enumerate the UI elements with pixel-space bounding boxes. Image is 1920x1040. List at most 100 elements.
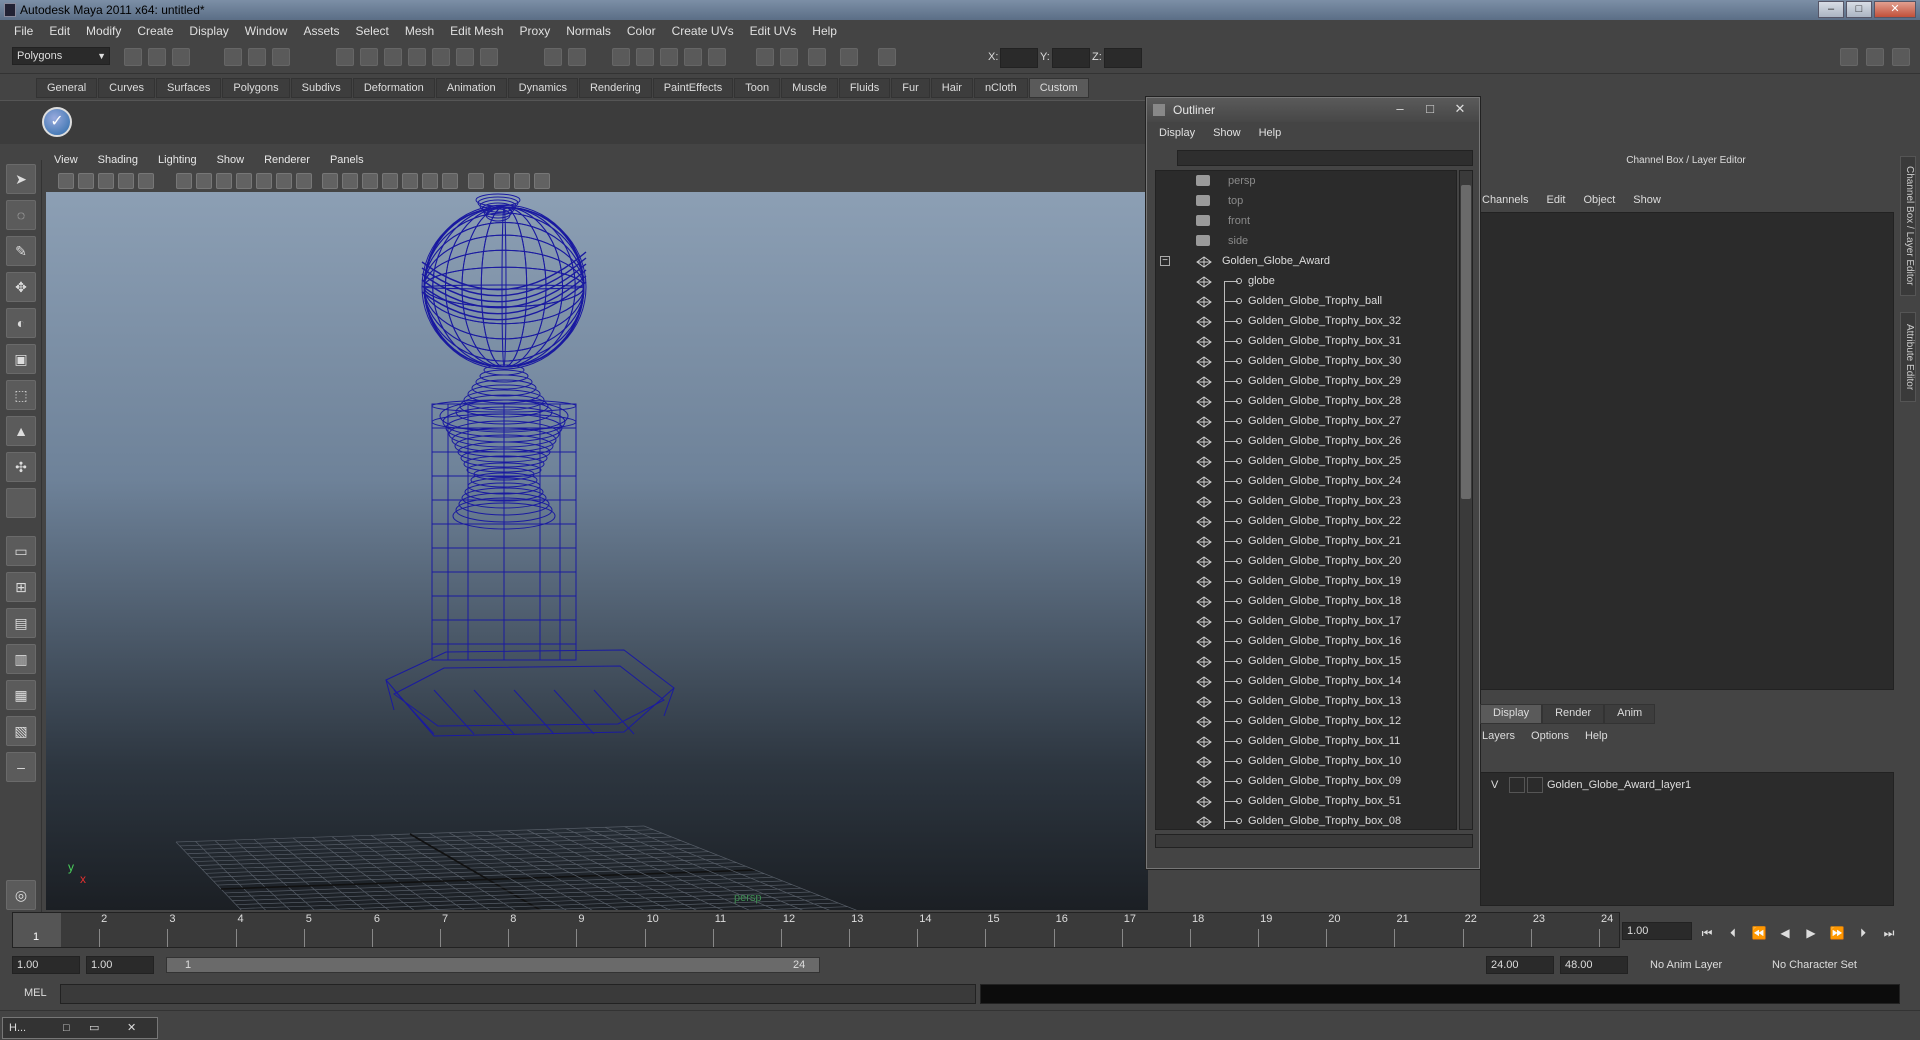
outliner-item-mesh[interactable]: Golden_Globe_Trophy_box_28: [1156, 391, 1456, 411]
layer-type-toggle[interactable]: [1509, 777, 1525, 793]
render-current-icon[interactable]: [568, 48, 586, 66]
go-to-end-icon[interactable]: ⏭: [1878, 924, 1900, 942]
x-field[interactable]: [1000, 48, 1038, 68]
close-button[interactable]: ✕: [1874, 1, 1916, 18]
hypershade-icon[interactable]: [684, 48, 702, 66]
outliner-item-mesh[interactable]: Golden_Globe_Trophy_box_15: [1156, 651, 1456, 671]
select-object-icon[interactable]: [248, 48, 266, 66]
shelf-tab-fluids[interactable]: Fluids: [838, 78, 891, 98]
field-chart-icon[interactable]: [256, 173, 272, 189]
menu-mesh[interactable]: Mesh: [397, 24, 442, 38]
move-tool-icon[interactable]: ✥: [6, 272, 36, 302]
outliner-item-mesh[interactable]: Golden_Globe_Trophy_box_12: [1156, 711, 1456, 731]
outliner-item-mesh[interactable]: Golden_Globe_Trophy_box_08: [1156, 811, 1456, 829]
outliner-item-camera-front[interactable]: front: [1156, 211, 1456, 231]
select-component-icon[interactable]: [272, 48, 290, 66]
end-time-field[interactable]: 48.00: [1560, 956, 1628, 974]
menu-edit-mesh[interactable]: Edit Mesh: [442, 24, 511, 38]
vp-menu-view[interactable]: View: [44, 154, 88, 166]
wireframe-icon[interactable]: [322, 173, 338, 189]
outliner-item-mesh[interactable]: Golden_Globe_Trophy_box_24: [1156, 471, 1456, 491]
outliner-item-mesh[interactable]: Golden_Globe_Trophy_box_18: [1156, 591, 1456, 611]
restore-icon[interactable]: □: [63, 1018, 70, 1038]
smooth-shade-icon[interactable]: [342, 173, 358, 189]
menu-modify[interactable]: Modify: [78, 24, 129, 38]
outliner-item-camera-side[interactable]: side: [1156, 231, 1456, 251]
outliner-item-mesh[interactable]: Golden_Globe_Trophy_box_29: [1156, 371, 1456, 391]
shelf-tab-muscle[interactable]: Muscle: [781, 78, 838, 98]
collapse-toggle-icon[interactable]: −: [1160, 256, 1170, 266]
safe-action-icon[interactable]: [276, 173, 292, 189]
vp-menu-show[interactable]: Show: [207, 154, 255, 166]
shelf-tab-painteffects[interactable]: PaintEffects: [652, 78, 734, 98]
outliner-search-field[interactable]: [1177, 150, 1473, 166]
menu-edit[interactable]: Edit: [41, 24, 78, 38]
shelf-tab-general[interactable]: General: [36, 78, 98, 98]
start-time-field[interactable]: 1.00: [12, 956, 80, 974]
last-tool-icon[interactable]: [6, 488, 36, 518]
cb-menu-channels[interactable]: Channels: [1482, 194, 1528, 206]
shadows-icon[interactable]: [422, 173, 438, 189]
image-plane-icon[interactable]: [118, 173, 134, 189]
vp-menu-renderer[interactable]: Renderer: [254, 154, 320, 166]
maximize-button[interactable]: □: [1846, 1, 1872, 18]
outliner-menu-display[interactable]: Display: [1159, 127, 1195, 139]
outliner-item-mesh[interactable]: Golden_Globe_Trophy_box_31: [1156, 331, 1456, 351]
outliner-item-mesh[interactable]: Golden_Globe_Trophy_box_25: [1156, 451, 1456, 471]
layer-menu-options[interactable]: Options: [1531, 730, 1569, 742]
show-manipulator-icon[interactable]: ✣: [6, 452, 36, 482]
bookmarks-icon[interactable]: [98, 173, 114, 189]
attribute-editor-toggle-icon[interactable]: [808, 48, 826, 66]
layout-dropdown-icon[interactable]: –: [6, 752, 36, 782]
time-slider[interactable]: 123456789101112131415161718192021222324 …: [12, 912, 1620, 948]
minimize-button[interactable]: –: [1818, 1, 1844, 18]
outliner-item-camera-persp[interactable]: persp: [1156, 171, 1456, 191]
menu-edit-uvs[interactable]: Edit UVs: [742, 24, 805, 38]
transform-field-mode-icon[interactable]: [878, 48, 896, 66]
textured-icon[interactable]: [382, 173, 398, 189]
layer-visibility-toggle[interactable]: V: [1491, 773, 1498, 797]
snap-grid-icon[interactable]: [336, 48, 354, 66]
shelf-tab-surfaces[interactable]: Surfaces: [155, 78, 222, 98]
snap-point-icon[interactable]: [384, 48, 402, 66]
menu-create-uvs[interactable]: Create UVs: [664, 24, 742, 38]
outliner-item-mesh[interactable]: globe: [1156, 271, 1456, 291]
outliner-item-mesh[interactable]: Golden_Globe_Trophy_box_23: [1156, 491, 1456, 511]
step-back-key-icon[interactable]: ⏪: [1748, 924, 1770, 942]
outliner-item-mesh[interactable]: Golden_Globe_Trophy_box_32: [1156, 311, 1456, 331]
show-hide-icon[interactable]: [708, 48, 726, 66]
select-hierarchy-icon[interactable]: [224, 48, 242, 66]
menu-set-dropdown[interactable]: Polygons ▼: [12, 47, 110, 65]
play-forwards-icon[interactable]: ▶: [1800, 924, 1822, 942]
shelf-tab-fur[interactable]: Fur: [891, 78, 930, 98]
high-quality-icon[interactable]: [442, 173, 458, 189]
universal-manipulator-icon[interactable]: ⬚: [6, 380, 36, 410]
side-tab-attribute-editor[interactable]: Attribute Editor: [1900, 312, 1916, 402]
outliner-minimize-button[interactable]: –: [1387, 101, 1413, 117]
perspective-viewport[interactable]: y x persp: [46, 192, 1148, 910]
menu-window[interactable]: Window: [237, 24, 296, 38]
outliner-vertical-scrollbar[interactable]: [1459, 170, 1473, 830]
shelf-tab-curves[interactable]: Curves: [98, 78, 155, 98]
step-forward-frame-icon[interactable]: ⏵: [1852, 924, 1874, 942]
outliner-item-mesh[interactable]: Golden_Globe_Trophy_ball: [1156, 291, 1456, 311]
menu-display[interactable]: Display: [181, 24, 236, 38]
film-gate-icon[interactable]: [196, 173, 212, 189]
step-back-frame-icon[interactable]: ⏴: [1722, 924, 1744, 942]
shelf-tab-deformation[interactable]: Deformation: [352, 78, 435, 98]
select-tool-icon[interactable]: ➤: [6, 164, 36, 194]
playback-end-field[interactable]: 24.00: [1486, 956, 1554, 974]
maximize-icon[interactable]: ▭: [89, 1018, 99, 1038]
menu-color[interactable]: Color: [619, 24, 664, 38]
checkmark-shelf-icon[interactable]: ✓: [42, 107, 72, 137]
minimized-window[interactable]: H... □ ▭ ✕: [2, 1017, 158, 1039]
tool-settings-toggle-icon[interactable]: [840, 48, 858, 66]
mel-label[interactable]: MEL: [24, 987, 47, 999]
snap-view-icon[interactable]: [408, 48, 426, 66]
resolution-gate-icon[interactable]: [216, 173, 232, 189]
vp-menu-shading[interactable]: Shading: [88, 154, 148, 166]
menu-normals[interactable]: Normals: [558, 24, 619, 38]
rotate-tool-icon[interactable]: ◐: [6, 308, 36, 338]
open-scene-icon[interactable]: [148, 48, 166, 66]
cb-menu-edit[interactable]: Edit: [1546, 194, 1565, 206]
